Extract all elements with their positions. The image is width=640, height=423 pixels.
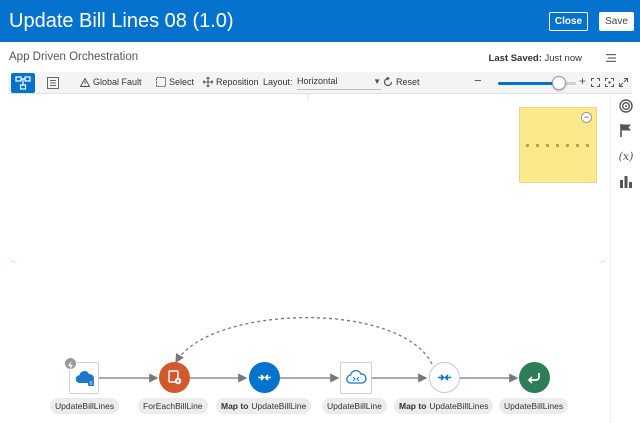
- node-label-prefix: Map to: [221, 401, 249, 411]
- invoke-node[interactable]: [340, 362, 372, 394]
- map-icon: [438, 374, 451, 381]
- for-each-icon: [168, 370, 182, 385]
- node-label[interactable]: Map to UpdateBillLines: [394, 398, 494, 414]
- map-node-1[interactable]: [249, 362, 280, 393]
- map-icon: [258, 374, 271, 381]
- node-label-prefix: Map to: [399, 401, 427, 411]
- return-icon: [527, 373, 540, 384]
- node-label[interactable]: ForEachBillLine: [138, 398, 208, 414]
- node-label-text: UpdateBillLines: [429, 401, 489, 411]
- trigger-badge-icon: [64, 357, 77, 370]
- zoom-slider-thumb[interactable]: [551, 76, 566, 90]
- node-label-text: UpdateBillLine: [251, 401, 307, 411]
- invoke-cloud-icon: [346, 370, 367, 384]
- node-label[interactable]: UpdateBillLine: [322, 398, 387, 414]
- node-label[interactable]: UpdateBillLines: [50, 398, 120, 414]
- node-label[interactable]: UpdateBillLines: [499, 398, 569, 414]
- node-label-text: UpdateBillLines: [55, 401, 115, 411]
- return-node[interactable]: [519, 362, 550, 393]
- node-label-text: UpdateBillLine: [327, 401, 382, 411]
- node-label-text: ForEachBillLine: [143, 401, 203, 411]
- node-label[interactable]: Map to UpdateBillLine: [216, 398, 312, 414]
- map-node-2[interactable]: [429, 362, 460, 393]
- for-each-node[interactable]: [159, 362, 190, 393]
- node-label-text: UpdateBillLines: [504, 401, 564, 411]
- flow-connectors: [97, 317, 519, 383]
